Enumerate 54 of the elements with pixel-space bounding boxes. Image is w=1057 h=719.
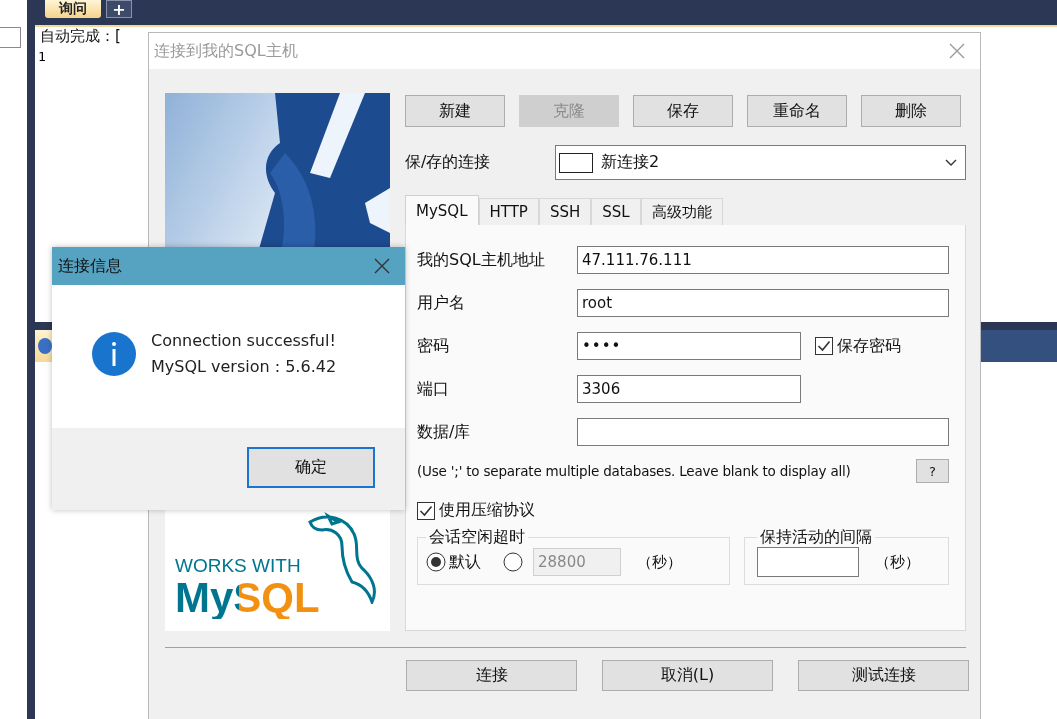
field-label: 端口 [417,378,450,400]
dialog-button[interactable]: 取消(L) [602,660,773,691]
ok-button[interactable]: 确定 [247,447,375,488]
line-number: 1 [38,49,46,64]
group-title: 会话空闲超时 [428,527,526,548]
dialog-title: 连接信息 [58,255,122,277]
radio-button[interactable] [503,552,523,572]
radio-label: 默认 [449,551,481,573]
dialog-button[interactable]: 连接 [406,660,577,691]
checkbox[interactable] [417,501,435,520]
tab[interactable]: HTTP [478,198,539,225]
input-field[interactable]: 3306 [577,375,801,403]
new-tab-button[interactable]: + [106,0,132,18]
message-text: Connection successful! [151,329,336,352]
input-field[interactable] [577,418,949,446]
checkbox[interactable] [815,337,833,355]
unit-label: （秒） [637,552,682,572]
tab[interactable]: MySQL [405,195,479,225]
close-icon[interactable] [948,42,966,60]
autocomplete-hint: 自动完成：[ [40,27,121,45]
panel-tab[interactable] [35,330,52,362]
toolbar-button[interactable]: 保存 [633,95,733,127]
input-field[interactable] [0,27,21,48]
message-text: MySQL version : 5.6.42 [151,355,337,378]
dialog-button[interactable]: 测试连接 [798,660,969,691]
checkbox-label: 保存密码 [837,335,901,357]
input-field[interactable] [757,547,860,577]
unit-label: （秒） [875,552,921,572]
close-icon[interactable] [373,257,391,275]
query-tab[interactable]: 询问 [45,0,101,18]
field-label: 用户名 [417,292,466,314]
input-field[interactable]: 47.111.76.111 [577,246,949,274]
connection-dropdown[interactable]: 新连接2 [555,145,966,180]
input-field[interactable]: root [577,289,949,317]
chevron-down-icon [945,158,957,167]
radio-button[interactable] [426,552,446,572]
field-label: 保/存的连接 [405,152,492,173]
tab[interactable]: SSH [538,198,592,225]
toolbar-button[interactable]: 删除 [861,95,961,127]
field-label: 密码 [417,335,450,357]
field-label: 我的SQL主机地址 [417,249,546,271]
group-title: 保持活动的间隔 [759,527,874,548]
help-button[interactable]: ? [916,459,949,483]
dialog-title: 连接到我的SQL主机 [154,40,298,62]
logo-caption: WORKS WITH [175,555,301,577]
hint-text: (Use ';' to separate multiple databases. Leave blank to display all) [417,463,851,479]
toolbar-button[interactable]: 新建 [405,95,505,127]
info-icon [92,331,136,376]
tab[interactable]: 高级功能 [640,198,723,225]
tab[interactable]: SSL [591,198,641,225]
password-field[interactable]: •••• [577,332,801,360]
field-label: 数据/库 [417,421,472,443]
checkbox-label: 使用压缩协议 [439,500,535,521]
toolbar-button[interactable]: 重命名 [747,95,847,127]
